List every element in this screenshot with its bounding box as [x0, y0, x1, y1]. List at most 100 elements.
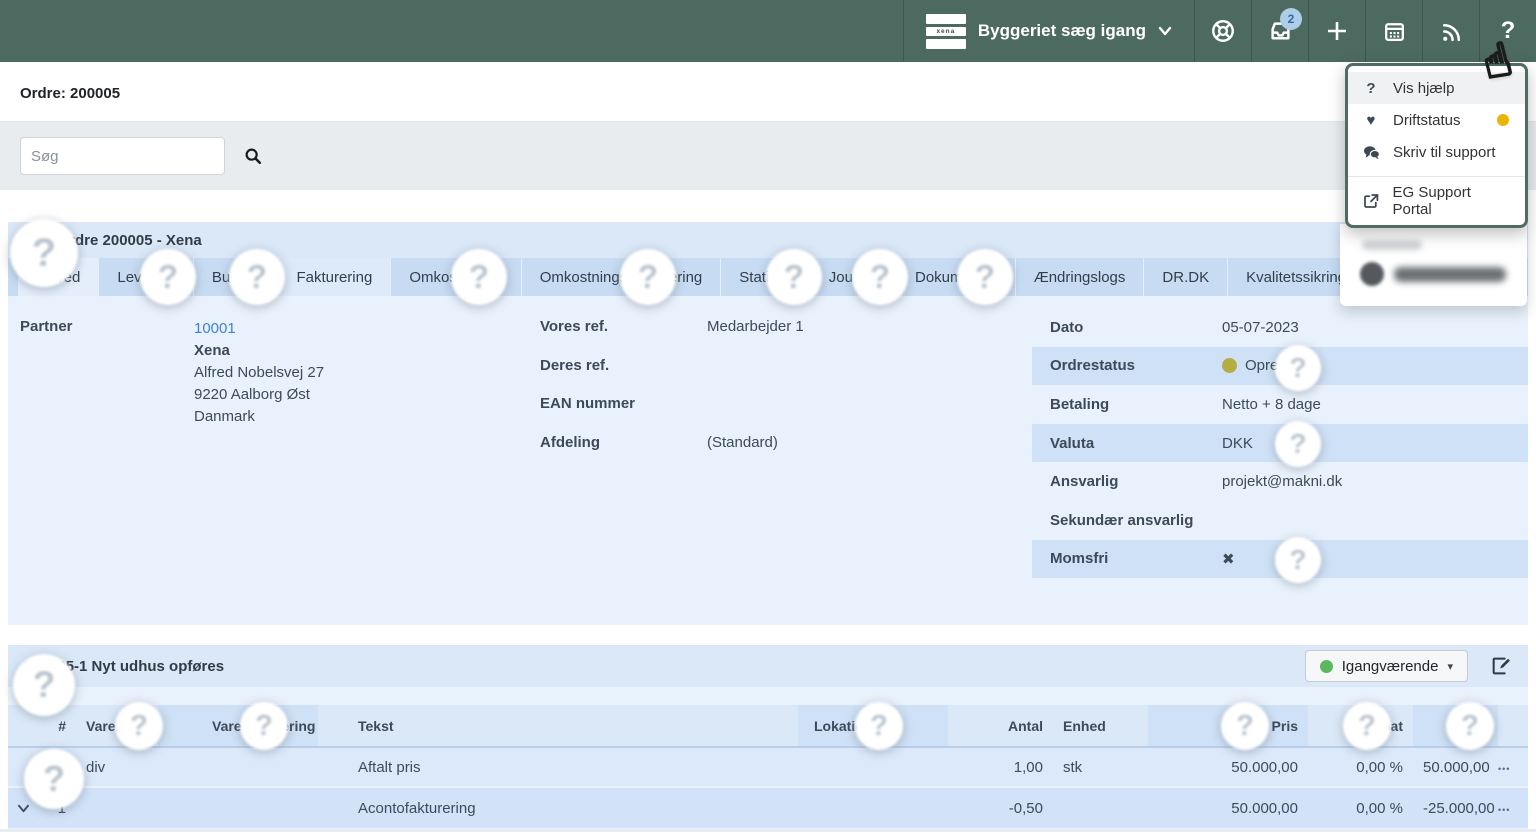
partner-city: 9220 Aalborg Øst — [194, 384, 324, 406]
project-status-button[interactable]: Igangværende ▾ — [1305, 650, 1468, 682]
row-rabat: 0,00 % — [1308, 800, 1413, 817]
field-row: Dato 05-07-2023 — [1032, 308, 1528, 347]
tab-fakturering[interactable]: Fakturering — [277, 258, 390, 296]
momsfri-label: Momsfri — [1050, 550, 1108, 567]
tab-drdk[interactable]: DR.DK — [1143, 258, 1227, 296]
header-tekst[interactable]: Tekst — [318, 718, 798, 734]
notification-badge: 2 — [1280, 8, 1302, 30]
question-blob: ? — [1275, 537, 1321, 583]
redacted-label — [1362, 240, 1422, 250]
row-tekst: Acontofakturering — [318, 800, 798, 817]
project-header: 200005-1 Nyt udhus opføres Igangværende … — [8, 645, 1528, 687]
calendar-button[interactable] — [1366, 0, 1422, 62]
field-row: Deres ref. — [540, 346, 609, 384]
row-menu-cell: ••• — [1498, 759, 1528, 776]
question-blob: ? — [240, 702, 288, 750]
logo-bar — [926, 39, 966, 49]
partner-number-link[interactable]: 10001 — [194, 320, 236, 337]
row-expand-cell[interactable] — [8, 804, 38, 813]
vores-ref-label: Vores ref. — [540, 318, 608, 335]
partner-name: Xena — [194, 340, 324, 362]
menu-label: EG Support Portal — [1393, 184, 1511, 218]
sekundaer-ansvarlig-label: Sekundær ansvarlig — [1050, 512, 1193, 529]
ordrestatus-label: Ordrestatus — [1050, 357, 1135, 374]
caret-down-icon: ▾ — [1447, 660, 1453, 673]
afdeling-value: (Standard) — [707, 434, 778, 451]
lifebuoy-icon — [1210, 18, 1236, 44]
row-total: 50.000,00 — [1413, 759, 1498, 776]
question-blob: ? — [229, 249, 285, 305]
ean-nummer-label: EAN nummer — [540, 395, 635, 412]
question-blob: ? — [13, 654, 75, 716]
chat-icon — [1362, 145, 1380, 160]
row-menu-button[interactable]: ••• — [1498, 805, 1510, 815]
header-num[interactable]: # — [38, 718, 76, 734]
search-button[interactable] — [240, 147, 274, 165]
question-blob: ? — [10, 219, 78, 287]
field-row: Afdeling (Standard) — [540, 423, 600, 461]
betaling-value: Netto + 8 dage — [1222, 396, 1321, 413]
betaling-label: Betaling — [1050, 396, 1109, 413]
row-menu-button[interactable]: ••• — [1498, 764, 1510, 774]
search-toolbar — [0, 122, 1536, 190]
dato-value: 05-07-2023 — [1222, 319, 1299, 336]
xena-logo-icon: xena — [926, 12, 966, 50]
header-antal[interactable]: Antal — [948, 718, 1053, 734]
menu-label: Driftstatus — [1393, 112, 1461, 129]
dato-label: Dato — [1050, 319, 1083, 336]
menu-item-driftstatus[interactable]: ♥ Driftstatus — [1348, 104, 1525, 136]
question-blob: ? — [1275, 421, 1321, 467]
valuta-label: Valuta — [1050, 435, 1094, 452]
topbar-spacer — [0, 0, 903, 62]
row-varenummer: div — [76, 759, 158, 776]
support-lifebuoy-button[interactable] — [1195, 0, 1251, 62]
external-link-icon — [1362, 193, 1380, 209]
header-varegruppering: Varegruppering — [158, 718, 318, 734]
afdeling-label: Afdeling — [540, 434, 600, 451]
row-total: -25.000,00 — [1413, 800, 1498, 817]
feed-button[interactable] — [1423, 0, 1479, 62]
add-button[interactable] — [1309, 0, 1365, 62]
question-blob: ? — [451, 249, 507, 305]
support-info-panel — [1340, 224, 1527, 306]
edit-icon — [1490, 655, 1512, 677]
rss-icon — [1439, 19, 1464, 44]
project-title: 200005-1 Nyt udhus opføres — [24, 658, 1305, 675]
menu-item-skriv-til-support[interactable]: Skriv til support — [1348, 136, 1525, 168]
status-dot-icon — [1320, 660, 1333, 673]
tab-aendringslogs[interactable]: Ændringslogs — [1015, 258, 1144, 296]
xena-order-screen: xena Byggeriet sæg igang 2 — [0, 0, 1536, 832]
avatar — [1360, 262, 1384, 286]
question-blob: ? — [1343, 702, 1391, 750]
header-enhed[interactable]: Enhed — [1053, 718, 1148, 734]
row-antal: -0,50 — [948, 800, 1053, 817]
topbar: xena Byggeriet sæg igang 2 — [0, 0, 1536, 62]
deres-ref-label: Deres ref. — [540, 357, 609, 374]
question-blob: ? — [1446, 702, 1494, 750]
question-blob: ? — [855, 702, 903, 750]
edit-project-button[interactable] — [1490, 655, 1512, 677]
question-blob: ? — [1275, 345, 1321, 391]
row-pris: 50.000,00 — [1148, 759, 1308, 776]
page-title: Ordre: 200005 — [20, 85, 120, 102]
account-menu-button[interactable]: xena Byggeriet sæg igang — [904, 0, 1194, 62]
question-blob: ? — [852, 249, 908, 305]
header-varegruppering-cell[interactable]: Varegruppering — [158, 705, 318, 746]
inbox-button[interactable]: 2 — [1252, 0, 1308, 62]
table-row[interactable]: 1 Acontofakturering -0,50 50.000,00 0,00… — [8, 788, 1528, 828]
table-row[interactable]: div Aftalt pris 1,00 stk 50.000,00 0,00 … — [8, 748, 1528, 788]
table-header-row: # Varenummer Varegruppering Tekst Lokati… — [8, 705, 1528, 748]
partner-country: Danmark — [194, 406, 324, 428]
search-input[interactable] — [21, 148, 240, 165]
account-name: Byggeriet sæg igang — [978, 21, 1146, 41]
menu-item-eg-support-portal[interactable]: EG Support Portal — [1348, 185, 1525, 217]
cross-icon: ✖ — [1222, 550, 1235, 568]
question-icon: ? — [1362, 80, 1380, 97]
heartbeat-icon: ♥ — [1362, 112, 1380, 129]
menu-label: Skriv til support — [1393, 144, 1496, 161]
menu-label: Vis hjælp — [1393, 80, 1454, 97]
row-enhed: stk — [1053, 759, 1148, 776]
plus-icon — [1325, 19, 1349, 43]
question-blob: ? — [1221, 702, 1269, 750]
row-rabat: 0,00 % — [1308, 759, 1413, 776]
